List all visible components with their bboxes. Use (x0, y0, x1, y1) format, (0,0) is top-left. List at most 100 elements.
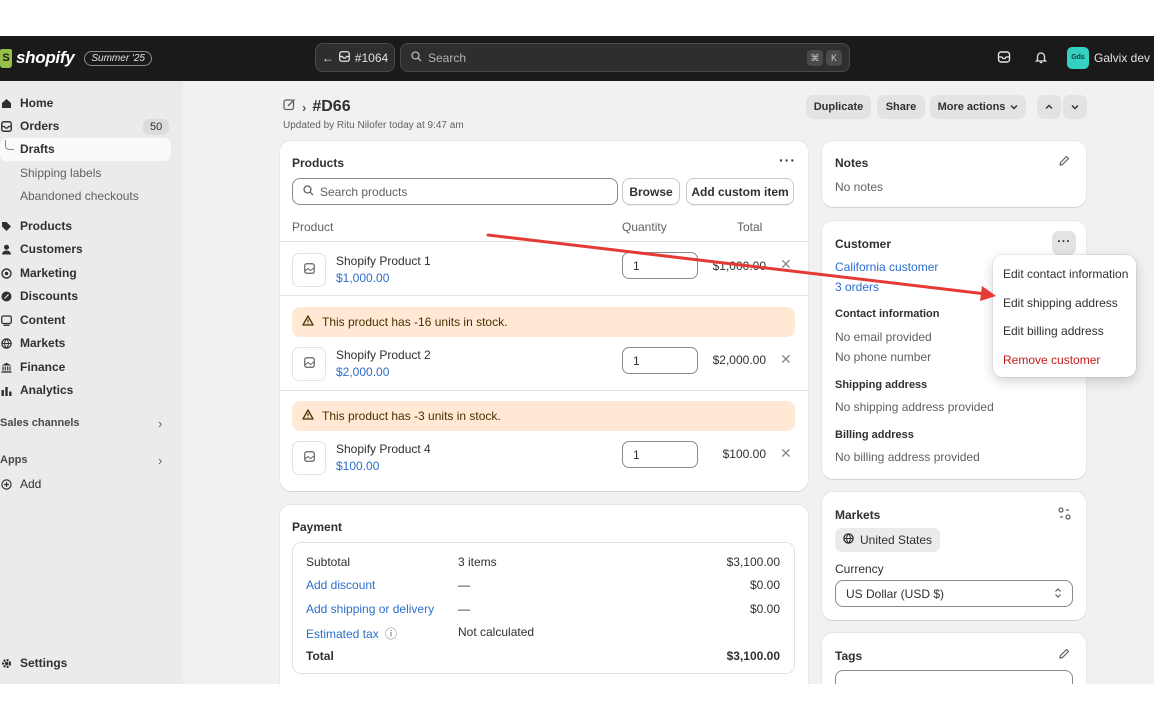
shopify-logo[interactable]: S shopify Summer '25 (0, 48, 152, 68)
markets-card-title: Markets (835, 508, 881, 522)
remove-item-close-icon[interactable]: ✕ (780, 445, 792, 462)
quantity-input[interactable]: 1 (622, 441, 698, 468)
line-total: $100.00 (722, 447, 766, 461)
bell-icon[interactable] (1034, 50, 1048, 67)
search-placeholder: Search (428, 50, 467, 65)
top-bar: S shopify Summer '25 ← #1064 Search ⌘ K … (0, 36, 1154, 81)
currency-select[interactable]: US Dollar (USD $) (835, 580, 1073, 607)
customer-orders-link[interactable]: 3 orders (835, 280, 879, 294)
share-button[interactable]: Share (877, 95, 925, 119)
quantity-input[interactable]: 1 (622, 252, 698, 279)
sidebar-item-content[interactable]: Content (0, 309, 65, 331)
global-search-input[interactable]: Search ⌘ K (400, 43, 850, 72)
market-name: United States (860, 533, 933, 547)
customer-actions-menu: Edit contact information Edit shipping a… (993, 255, 1136, 377)
customer-card-title: Customer (835, 237, 892, 251)
product-price[interactable]: $2,000.00 (336, 365, 389, 379)
pencil-icon[interactable] (1058, 155, 1070, 170)
add-discount-link[interactable]: Add discount (306, 578, 375, 592)
payment-card-title: Payment (292, 520, 343, 534)
column-header-product: Product (292, 220, 334, 234)
sidebar-item-abandoned-checkouts[interactable]: Abandoned checkouts (20, 185, 139, 207)
sidebar-item-customers[interactable]: Customers (0, 238, 83, 260)
logo-text: shopify (16, 48, 75, 67)
products-card-title: Products (292, 156, 345, 170)
customer-name-link[interactable]: California customer (835, 260, 938, 274)
menu-item-remove-customer[interactable]: Remove customer (1003, 353, 1100, 367)
add-shipping-link[interactable]: Add shipping or delivery (306, 602, 434, 616)
content-icon (0, 314, 12, 326)
store-avatar[interactable]: Gds (1067, 47, 1089, 69)
discount-value: $0.00 (749, 578, 780, 592)
line-total: $2,000.00 (712, 353, 766, 367)
estimated-tax-link[interactable]: Estimated tax ⓘ (306, 625, 397, 642)
previous-order-button[interactable] (1037, 95, 1061, 119)
menu-item-edit-billing[interactable]: Edit billing address (1003, 324, 1104, 338)
sidebar-item-shipping-labels[interactable]: Shipping labels (20, 162, 101, 184)
row-divider (280, 295, 808, 296)
store-name[interactable]: Galvix dev st (1094, 51, 1154, 65)
customer-more-button[interactable]: ··· (1052, 231, 1076, 255)
sidebar-item-drafts[interactable]: Drafts (20, 138, 55, 160)
kbd-k: K (826, 50, 842, 66)
subnav-connector (5, 140, 14, 150)
next-order-button[interactable] (1063, 95, 1087, 119)
sidebar-item-markets[interactable]: Markets (0, 332, 65, 354)
more-actions-button[interactable]: More actions (930, 95, 1026, 119)
products-card: Products ··· Search products Browse Add … (280, 141, 808, 491)
more-horizontal-icon[interactable]: ··· (779, 152, 796, 168)
kbd-cmd: ⌘ (807, 50, 823, 66)
shopify-bag-icon: S (0, 48, 12, 68)
warning-triangle-icon (302, 409, 314, 423)
inbox-icon[interactable] (997, 50, 1011, 67)
sidebar-label-marketing: Marketing (20, 266, 77, 280)
image-icon (303, 451, 315, 465)
row-divider (280, 390, 808, 391)
currency-label: Currency (835, 562, 884, 576)
sidebar-label-orders: Orders (20, 119, 60, 133)
sidebar-section-sales-channels[interactable]: Sales channels (0, 417, 80, 429)
product-price[interactable]: $100.00 (336, 459, 379, 473)
browse-button[interactable]: Browse (622, 178, 680, 205)
sidebar-item-discounts[interactable]: Discounts (0, 285, 78, 307)
image-icon (303, 357, 315, 371)
info-icon[interactable]: ⓘ (385, 627, 397, 641)
quantity-input[interactable]: 1 (622, 347, 698, 374)
sidebar-item-finance[interactable]: Finance (0, 356, 65, 378)
menu-item-edit-contact[interactable]: Edit contact information (1003, 267, 1128, 281)
menu-item-edit-shipping[interactable]: Edit shipping address (1003, 296, 1118, 310)
remove-item-close-icon[interactable]: ✕ (780, 256, 792, 273)
order-nav-button[interactable]: ← #1064 (315, 43, 395, 72)
product-image-placeholder (292, 441, 326, 475)
sidebar-item-marketing[interactable]: Marketing (0, 262, 77, 284)
search-icon (411, 50, 422, 65)
estimated-tax-label: Estimated tax (306, 627, 379, 641)
search-products-input[interactable]: Search products (292, 178, 618, 205)
chevron-right-icon[interactable]: › (158, 453, 162, 468)
globe-icon (843, 533, 854, 547)
market-settings-icon[interactable] (1058, 507, 1071, 523)
sidebar-item-home[interactable]: Home (0, 92, 53, 114)
add-custom-item-button[interactable]: Add custom item (686, 178, 794, 205)
notes-card-title: Notes (835, 156, 869, 170)
bar-chart-icon (0, 384, 12, 396)
duplicate-button[interactable]: Duplicate (806, 95, 871, 119)
sidebar-item-settings[interactable]: Settings (0, 652, 67, 674)
sidebar-item-analytics[interactable]: Analytics (0, 379, 73, 401)
image-icon (303, 263, 315, 277)
tags-card: Tags (822, 633, 1086, 684)
column-header-quantity: Quantity (622, 220, 667, 234)
sidebar-section-apps[interactable]: Apps (0, 454, 28, 466)
sidebar-item-products[interactable]: Products (0, 215, 72, 237)
chevron-right-icon[interactable]: › (158, 416, 162, 431)
remove-item-close-icon[interactable]: ✕ (780, 351, 792, 368)
sidebar-item-add-app[interactable]: Add (0, 473, 41, 495)
market-badge[interactable]: United States (835, 528, 941, 552)
sidebar-label-home: Home (20, 96, 54, 110)
plus-circle-icon (0, 478, 12, 490)
sidebar-item-orders[interactable]: Orders (0, 115, 59, 137)
tags-input[interactable] (835, 670, 1073, 684)
pencil-icon[interactable] (1058, 648, 1070, 663)
total-label: Total (306, 649, 334, 663)
product-price[interactable]: $1,000.00 (336, 271, 389, 285)
